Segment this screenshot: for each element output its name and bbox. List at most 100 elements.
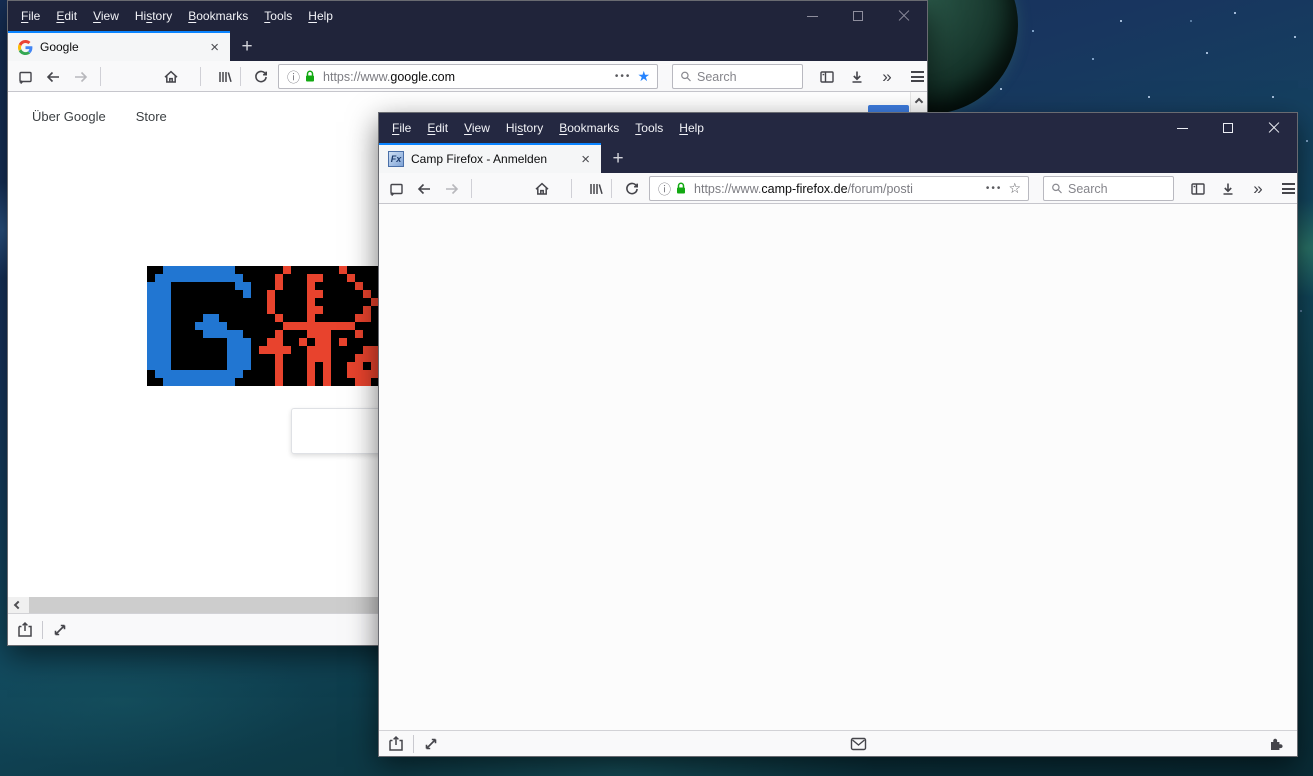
menu-item-edit[interactable]: Edit <box>419 116 456 140</box>
window-controls <box>1159 113 1297 143</box>
sidebar-toggle-icon[interactable] <box>1185 176 1211 201</box>
stars-decoration <box>0 0 2 2</box>
menu-item-view[interactable]: View <box>85 4 127 28</box>
hamburger-menu-icon[interactable] <box>1275 176 1301 201</box>
new-container-tab-icon[interactable] <box>12 64 38 89</box>
tab-google[interactable]: Google × <box>8 31 230 61</box>
menus: FileEditViewHistoryBookmarksToolsHelp <box>8 4 341 28</box>
tab-title: Camp Firefox - Anmelden <box>411 152 577 166</box>
menu-item-history[interactable]: History <box>127 4 180 28</box>
statusbar-separator <box>413 735 414 753</box>
scroll-up-icon[interactable] <box>915 98 923 106</box>
page-info-icon[interactable]: ⓘ <box>658 179 671 198</box>
toolbar-separator <box>471 179 472 198</box>
hamburger-menu-icon[interactable] <box>904 64 930 89</box>
page-export-icon[interactable] <box>383 731 409 756</box>
new-tab-button[interactable]: + <box>230 33 264 61</box>
url-bar[interactable]: ⓘ https://www.google.com ••• ★ <box>278 64 658 89</box>
forward-button[interactable] <box>68 64 94 89</box>
page-info-icon[interactable]: ⓘ <box>287 67 300 86</box>
google-favicon-icon <box>17 39 33 55</box>
menus: FileEditViewHistoryBookmarksToolsHelp <box>379 116 712 140</box>
tab-close-icon[interactable]: × <box>206 40 223 55</box>
forward-button[interactable] <box>439 176 465 201</box>
tab-camp-firefox[interactable]: Fx Camp Firefox - Anmelden × <box>379 143 601 173</box>
url-text: https://www.camp-firefox.de/forum/posti <box>694 182 980 196</box>
downloads-icon[interactable] <box>844 64 870 89</box>
bookmark-star-icon[interactable]: ★ <box>637 68 650 85</box>
close-button[interactable] <box>1251 113 1297 143</box>
url-scheme: https://www. <box>323 70 390 84</box>
new-tab-button[interactable]: + <box>601 145 635 173</box>
minimize-button[interactable] <box>789 1 835 31</box>
url-domain: camp-firefox.de <box>761 182 847 196</box>
menu-item-history[interactable]: History <box>498 116 551 140</box>
toolbar-separator <box>571 179 572 198</box>
menu-item-file[interactable]: File <box>13 4 48 28</box>
maximize-button[interactable] <box>835 1 881 31</box>
tab-bar: Fx Camp Firefox - Anmelden × + <box>379 143 1297 173</box>
back-button[interactable] <box>411 176 437 201</box>
menu-item-edit[interactable]: Edit <box>48 4 85 28</box>
toolbar-separator <box>200 67 201 86</box>
reload-button[interactable] <box>619 176 645 201</box>
url-bar[interactable]: ⓘ https://www.camp-firefox.de/forum/post… <box>649 176 1029 201</box>
page-export-icon[interactable] <box>12 614 38 645</box>
menu-item-bookmarks[interactable]: Bookmarks <box>551 116 627 140</box>
statusbar-separator <box>42 621 43 639</box>
mail-icon[interactable] <box>845 731 871 756</box>
firefox-window-campfirefox: FileEditViewHistoryBookmarksToolsHelp Fx… <box>378 112 1298 757</box>
back-button[interactable] <box>40 64 66 89</box>
navigation-toolbar: ⓘ https://www.google.com ••• ★ » <box>8 61 927 92</box>
https-lock-icon <box>675 182 687 195</box>
new-container-tab-icon[interactable] <box>383 176 409 201</box>
link-about-google[interactable]: Über Google <box>32 109 106 124</box>
window-controls <box>789 1 927 31</box>
toolbar-separator <box>240 67 241 86</box>
google-top-links: Über Google Store <box>32 109 167 124</box>
close-button[interactable] <box>881 1 927 31</box>
search-input[interactable] <box>1068 182 1148 196</box>
reload-button[interactable] <box>248 64 274 89</box>
url-path: /forum/posti <box>848 182 913 196</box>
search-input[interactable] <box>697 70 777 84</box>
scroll-left-icon[interactable] <box>14 601 22 609</box>
maximize-button[interactable] <box>1205 113 1251 143</box>
menu-item-help[interactable]: Help <box>671 116 712 140</box>
sidebar-toggle-icon[interactable] <box>814 64 840 89</box>
overflow-menu-icon[interactable]: » <box>1245 176 1271 201</box>
menu-item-view[interactable]: View <box>456 116 498 140</box>
search-bar[interactable] <box>672 64 803 89</box>
menu-item-help[interactable]: Help <box>300 4 341 28</box>
tab-close-icon[interactable]: × <box>577 152 594 167</box>
library-button[interactable] <box>212 64 238 89</box>
link-store[interactable]: Store <box>136 109 167 124</box>
tab-title: Google <box>40 40 206 54</box>
url-scheme: https://www. <box>694 182 761 196</box>
desktop: FileEditViewHistoryBookmarksToolsHelp Go… <box>0 0 1313 776</box>
https-lock-icon <box>304 70 316 83</box>
menu-item-tools[interactable]: Tools <box>627 116 671 140</box>
overflow-menu-icon[interactable]: » <box>874 64 900 89</box>
page-actions-icon[interactable]: ••• <box>986 183 1003 194</box>
resize-toggle-icon[interactable] <box>47 614 73 645</box>
library-button[interactable] <box>583 176 609 201</box>
home-button[interactable] <box>529 176 555 201</box>
minimize-button[interactable] <box>1159 113 1205 143</box>
menu-item-file[interactable]: File <box>384 116 419 140</box>
toolbar-separator <box>611 179 612 198</box>
addon-status-bar <box>379 730 1297 756</box>
tab-bar: Google × + <box>8 31 927 61</box>
google-doodle[interactable] <box>147 266 379 386</box>
search-bar[interactable] <box>1043 176 1174 201</box>
menu-item-bookmarks[interactable]: Bookmarks <box>180 4 256 28</box>
home-button[interactable] <box>158 64 184 89</box>
menu-item-tools[interactable]: Tools <box>256 4 300 28</box>
downloads-icon[interactable] <box>1215 176 1241 201</box>
menu-bar: FileEditViewHistoryBookmarksToolsHelp <box>379 113 1297 143</box>
bookmark-star-icon[interactable]: ☆ <box>1008 180 1021 197</box>
menu-bar: FileEditViewHistoryBookmarksToolsHelp <box>8 1 927 31</box>
resize-toggle-icon[interactable] <box>418 731 444 756</box>
extension-puzzle-icon[interactable] <box>1263 731 1289 756</box>
page-actions-icon[interactable]: ••• <box>615 71 632 82</box>
